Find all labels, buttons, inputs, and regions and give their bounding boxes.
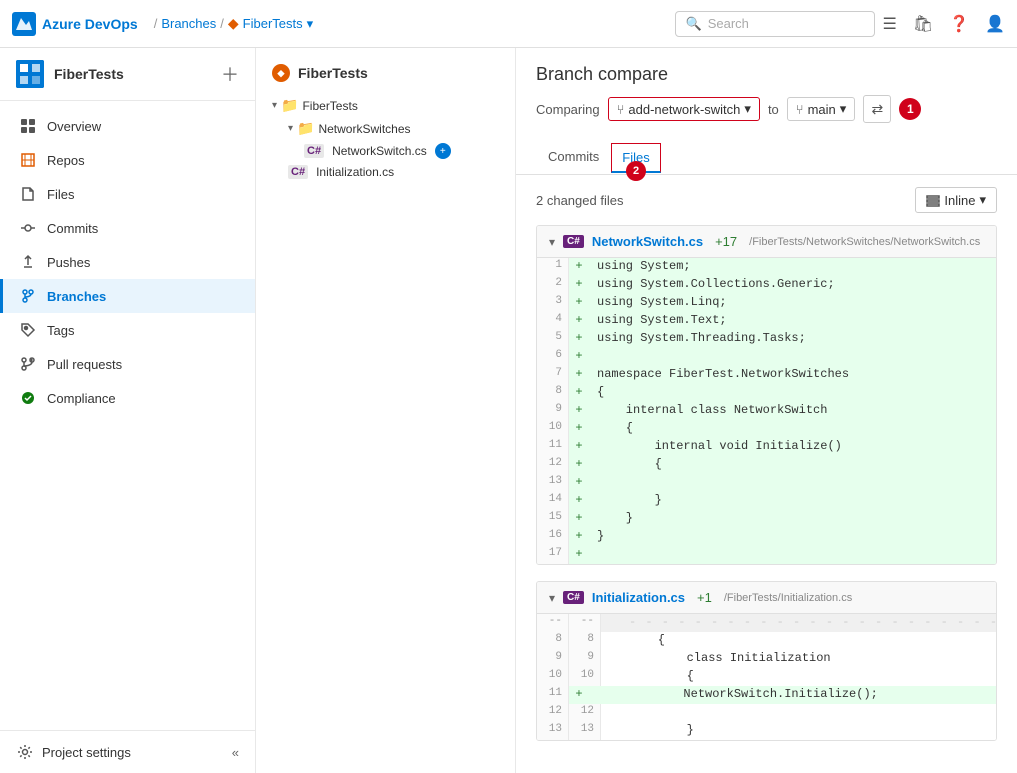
diff-filename: NetworkSwitch.cs — [592, 234, 703, 249]
breadcrumb-fibertests[interactable]: ◆ FiberTests ▾ — [228, 15, 313, 32]
add-button[interactable]: ＋ — [221, 61, 239, 87]
pushes-icon — [19, 253, 37, 271]
compliance-icon — [19, 389, 37, 407]
inline-button[interactable]: Inline ▾ — [915, 187, 997, 213]
diff-code-initialization: ---- - - - - - - - - - - - - - - - - - -… — [537, 614, 996, 740]
tags-icon — [19, 321, 37, 339]
sidebar-item-branches[interactable]: Branches — [0, 279, 255, 313]
branches-icon — [19, 287, 37, 305]
annotation-badge-1: 1 — [899, 98, 921, 120]
tree-item-fibertests[interactable]: ▾ 📁 FiberTests — [256, 94, 515, 117]
content-area: 2 changed files Inline ▾ ▾ C# NetworkSwi… — [516, 175, 1017, 773]
fibertests-icon: ◆ — [228, 15, 239, 32]
page-header: Branch compare Comparing ⑂ add-network-s… — [516, 48, 1017, 141]
chevron-down-icon: ▾ — [272, 100, 277, 111]
changed-files-row: 2 changed files Inline ▾ — [536, 187, 997, 213]
diff-header-networkswitch: ▾ C# NetworkSwitch.cs +17 /FiberTests/Ne… — [537, 226, 996, 258]
topbar: Azure DevOps / Branches / ◆ FiberTests ▾… — [0, 0, 1017, 48]
sidebar-item-compliance[interactable]: Compliance — [0, 381, 255, 415]
csharp-file-icon: C# — [288, 165, 308, 179]
inline-icon — [926, 193, 940, 207]
collapse-diff-icon[interactable]: ▾ — [549, 235, 555, 249]
add-badge: + — [435, 143, 451, 159]
annotation-badge-2: 2 — [626, 161, 646, 181]
sidebar-item-repos[interactable]: Repos — [0, 143, 255, 177]
diff-panel: Branch compare Comparing ⑂ add-network-s… — [516, 48, 1017, 773]
page-title: Branch compare — [536, 64, 997, 85]
collapse-icon[interactable]: « — [232, 745, 239, 760]
tabs-row: Commits Files 2 — [516, 141, 1017, 175]
diff-added-count: +1 — [697, 590, 712, 605]
diff-block-networkswitch: ▾ C# NetworkSwitch.cs +17 /FiberTests/Ne… — [536, 225, 997, 565]
swap-button[interactable]: ⇄ — [863, 95, 891, 123]
project-icon — [16, 60, 44, 88]
diff-code-networkswitch: 1+using System; 2+using System.Collectio… — [537, 258, 996, 564]
diff-added-count: +17 — [715, 234, 737, 249]
sidebar-item-pull-requests[interactable]: Pull requests — [0, 347, 255, 381]
chevron-down-icon: ▾ — [744, 101, 751, 117]
sidebar-project: FiberTests ＋ — [0, 48, 255, 101]
topbar-icons: ☰ 🛍 ❓ 👤 — [883, 14, 1006, 34]
sidebar-item-tags[interactable]: Tags — [0, 313, 255, 347]
sidebar-nav: Overview Repos Files Commits — [0, 101, 255, 730]
repos-icon — [19, 151, 37, 169]
tree-item-networkswitch-cs[interactable]: C# NetworkSwitch.cs + — [256, 140, 515, 162]
chevron-down-icon: ▾ — [288, 123, 293, 134]
tab-commits[interactable]: Commits — [536, 141, 611, 174]
user-icon[interactable]: 👤 — [985, 14, 1005, 34]
layout: FiberTests ＋ Overview Repos Files — [0, 48, 1017, 773]
diff-path: /FiberTests/Initialization.cs — [724, 592, 852, 604]
compare-row: Comparing ⑂ add-network-switch ▾ to ⑂ ma… — [536, 95, 997, 123]
tree-item-networkswitches[interactable]: ▾ 📁 NetworkSwitches — [256, 117, 515, 140]
lang-badge: C# — [563, 235, 584, 248]
settings-icon — [16, 743, 34, 761]
diff-path: /FiberTests/NetworkSwitches/NetworkSwitc… — [749, 236, 980, 248]
lang-badge: C# — [563, 591, 584, 604]
diff-block-initialization: ▾ C# Initialization.cs +1 /FiberTests/In… — [536, 581, 997, 741]
bag-icon[interactable]: 🛍 — [913, 14, 933, 34]
changed-count: 2 changed files — [536, 193, 623, 208]
diff-filename: Initialization.cs — [592, 590, 685, 605]
overview-icon — [19, 117, 37, 135]
branch-from-icon: ⑂ — [617, 102, 625, 117]
chevron-down-icon: ▾ — [979, 192, 986, 208]
panel-project-header: ◆ FiberTests — [256, 64, 515, 94]
sidebar-item-files[interactable]: Files — [0, 177, 255, 211]
files-icon — [19, 185, 37, 203]
tree-item-initialization-cs[interactable]: C# Initialization.cs — [256, 162, 515, 182]
sidebar-item-pushes[interactable]: Pushes — [0, 245, 255, 279]
help-icon[interactable]: ❓ — [949, 14, 969, 34]
sidebar-item-commits[interactable]: Commits — [0, 211, 255, 245]
collapse-diff-icon[interactable]: ▾ — [549, 591, 555, 605]
project-name: FiberTests — [54, 66, 211, 82]
sidebar-footer[interactable]: Project settings « — [0, 730, 255, 773]
file-tree-panel: ◆ FiberTests ▾ 📁 FiberTests ▾ 📁 NetworkS… — [256, 48, 516, 773]
folder-icon: 📁 — [281, 97, 298, 114]
breadcrumb-branches[interactable]: Branches — [161, 16, 216, 31]
branch-to-selector[interactable]: ⑂ main ▾ — [787, 97, 856, 121]
panel-project-icon: ◆ — [272, 64, 290, 82]
pull-requests-icon — [19, 355, 37, 373]
folder-icon: 📁 — [297, 120, 314, 137]
commits-icon — [19, 219, 37, 237]
search-box[interactable]: 🔍 Search — [675, 11, 875, 37]
app-logo[interactable]: Azure DevOps — [12, 12, 138, 36]
chevron-down-icon: ▾ — [840, 101, 847, 117]
csharp-file-icon: C# — [304, 144, 324, 158]
sidebar: FiberTests ＋ Overview Repos Files — [0, 48, 256, 773]
tab-files-container: Files 2 — [611, 143, 660, 173]
search-icon: 🔍 — [686, 16, 702, 32]
menu-icon[interactable]: ☰ — [883, 14, 897, 34]
branch-to-icon: ⑂ — [796, 102, 804, 117]
diff-header-initialization: ▾ C# Initialization.cs +1 /FiberTests/In… — [537, 582, 996, 614]
sidebar-item-overview[interactable]: Overview — [0, 109, 255, 143]
breadcrumb: / Branches / ◆ FiberTests ▾ — [154, 15, 313, 32]
main-area: ◆ FiberTests ▾ 📁 FiberTests ▾ 📁 NetworkS… — [256, 48, 1017, 773]
branch-from-selector[interactable]: ⑂ add-network-switch ▾ — [608, 97, 760, 121]
